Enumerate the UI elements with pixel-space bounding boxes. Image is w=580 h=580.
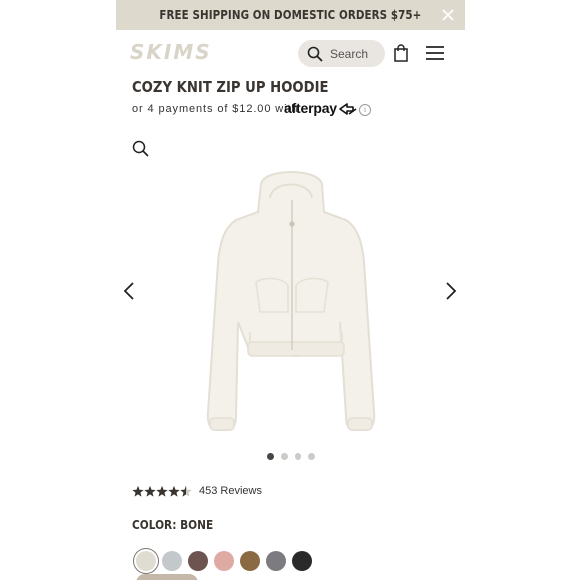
swatch-pink[interactable] (214, 551, 234, 571)
star-icon (168, 485, 180, 497)
search-box[interactable] (298, 40, 385, 67)
search-icon[interactable] (307, 46, 323, 62)
zoom-icon[interactable] (132, 140, 149, 157)
carousel-dot[interactable] (308, 453, 315, 460)
afterpay-logo-icon (339, 103, 357, 115)
swatch-gray[interactable] (266, 551, 286, 571)
swatch-light-gray[interactable] (162, 551, 182, 571)
carousel-dot[interactable] (280, 453, 288, 460)
carousel-dot[interactable] (267, 453, 274, 460)
info-icon[interactable]: i (359, 104, 371, 116)
swatch-brown[interactable] (188, 551, 208, 571)
reviews-link[interactable]: 453 Reviews (199, 485, 262, 497)
star-icon (156, 485, 168, 497)
swatch-bone[interactable] (136, 551, 156, 571)
product-image[interactable] (188, 162, 393, 440)
color-label: COLOR: BONE (132, 518, 214, 532)
star-icon (144, 485, 156, 497)
swatch-camel[interactable] (240, 551, 260, 571)
shopping-bag-icon[interactable] (393, 44, 409, 62)
star-icon (132, 485, 144, 497)
add-to-bag-button[interactable] (136, 574, 198, 580)
search-input[interactable] (330, 46, 382, 61)
product-title: COZY KNIT ZIP UP HOODIE (132, 78, 329, 96)
rating[interactable]: 453 Reviews (132, 484, 262, 498)
header: SKIMS (116, 30, 465, 76)
product-page: FREE SHIPPING ON DOMESTIC ORDERS $75+ SK… (116, 0, 465, 580)
carousel-dot[interactable] (294, 453, 302, 460)
swatch-black[interactable] (292, 551, 312, 571)
color-swatches (136, 551, 312, 571)
afterpay-label[interactable]: afterpay (284, 100, 337, 116)
carousel-dots (267, 453, 315, 461)
chevron-right-icon[interactable] (444, 280, 458, 302)
logo[interactable]: SKIMS (130, 40, 212, 64)
chevron-left-icon[interactable] (122, 280, 136, 302)
promo-text: FREE SHIPPING ON DOMESTIC ORDERS $75+ (159, 8, 422, 22)
promo-banner: FREE SHIPPING ON DOMESTIC ORDERS $75+ (116, 0, 465, 30)
payment-text: or 4 payments of $12.00 with (132, 103, 299, 115)
close-icon[interactable] (440, 7, 456, 23)
rating-stars (132, 485, 192, 497)
hamburger-menu-icon[interactable] (425, 45, 445, 61)
